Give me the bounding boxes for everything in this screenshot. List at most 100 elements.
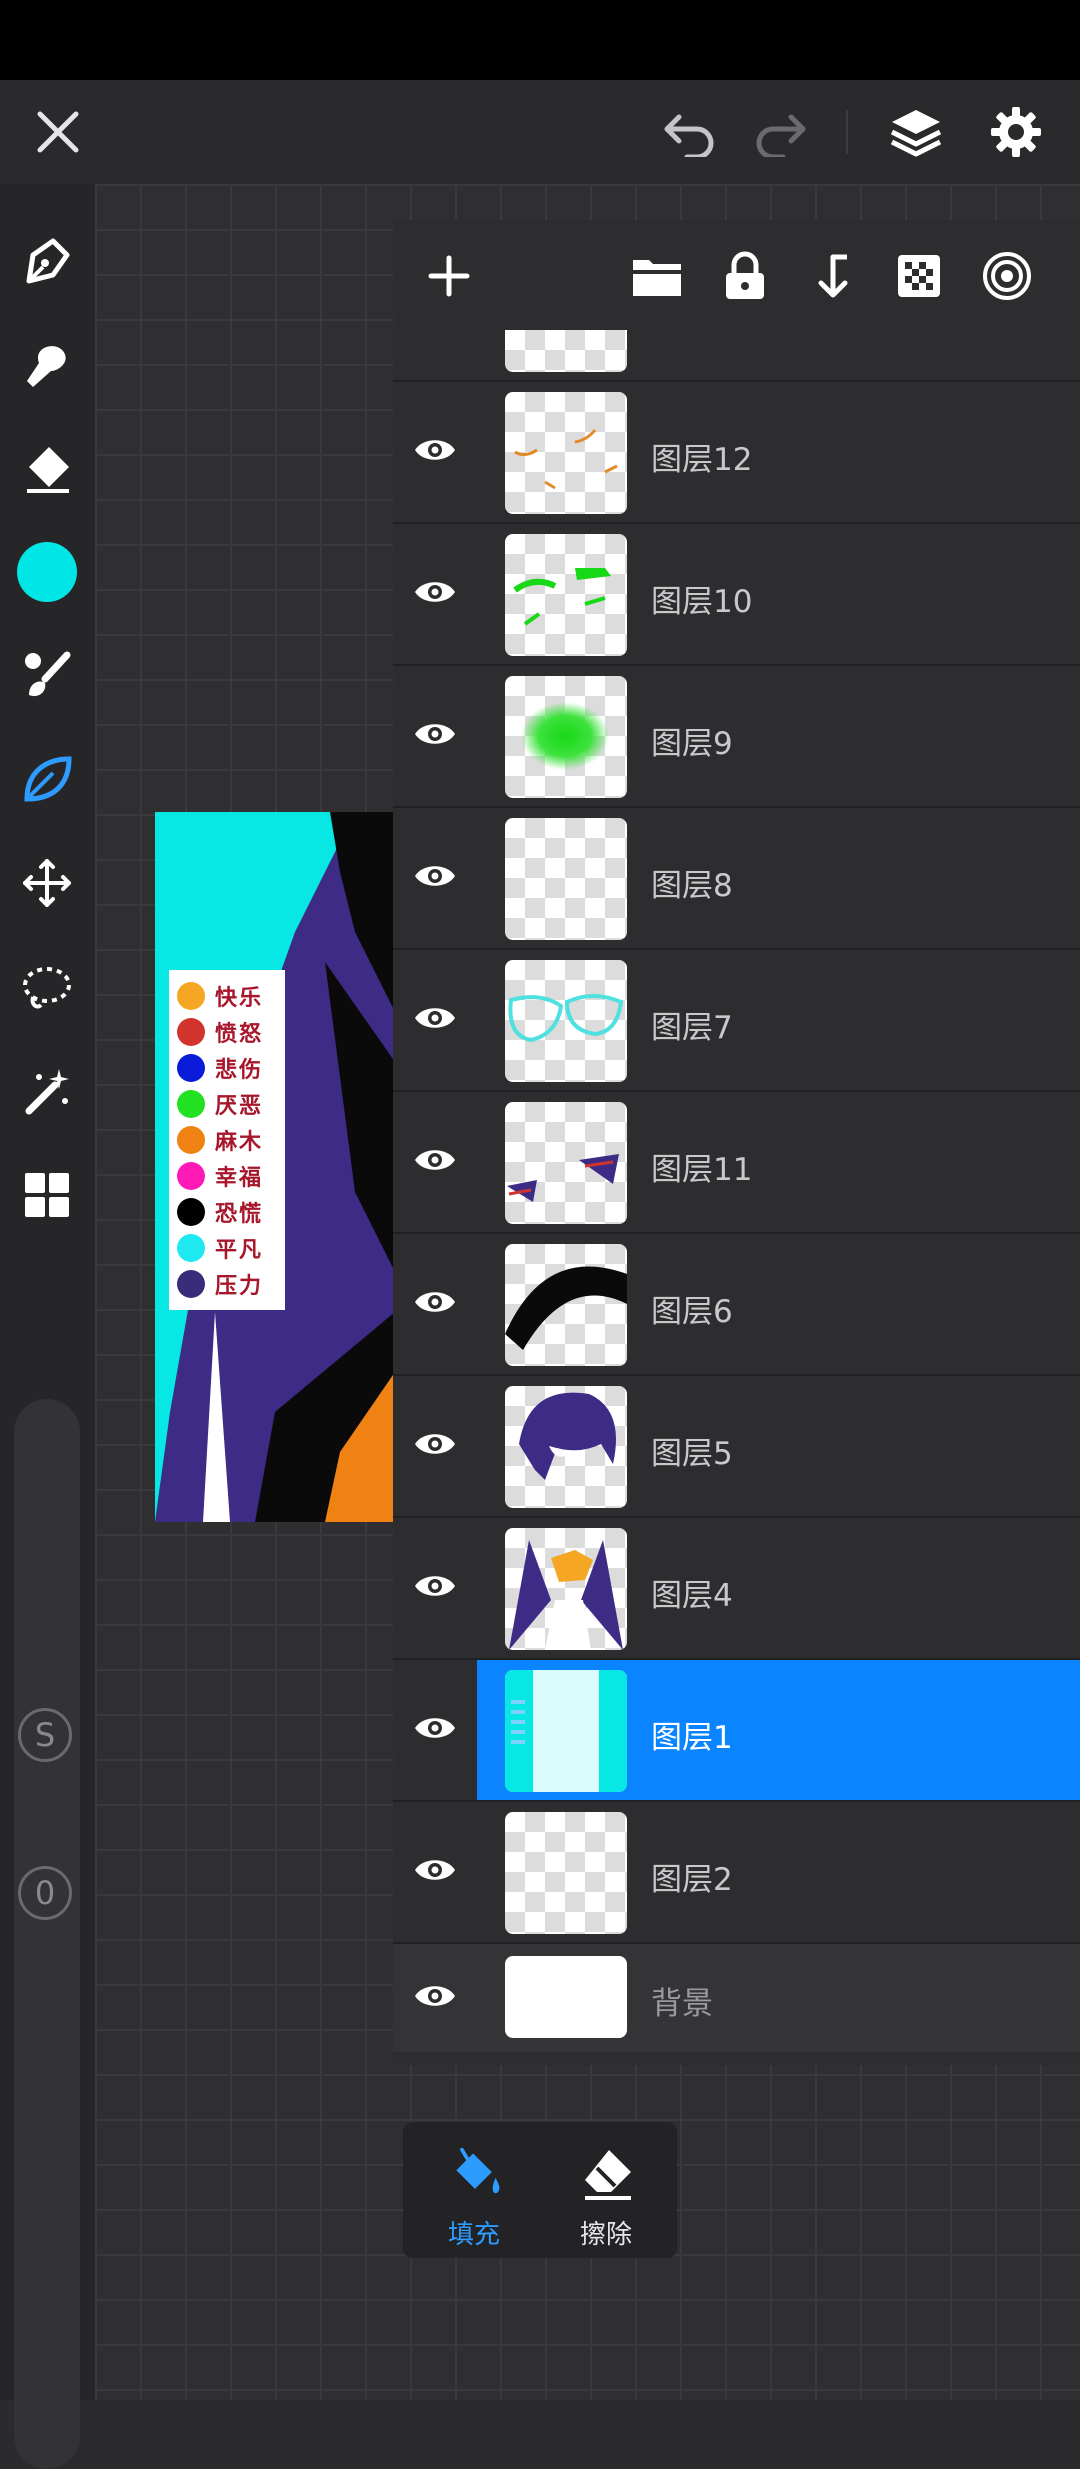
layer-thumbnail: [505, 1956, 627, 2038]
layer-row[interactable]: 背景: [393, 1944, 1080, 2052]
transparency-icon[interactable]: [889, 246, 949, 306]
layer-name: 图层1: [651, 1720, 733, 1756]
add-icon[interactable]: [419, 246, 479, 306]
layer-name: 图层2: [651, 1862, 733, 1898]
artwork-preview: 快乐愤怒悲伤厌恶麻木幸福恐慌平凡压力: [155, 812, 395, 1522]
eye-icon: [413, 1571, 457, 1605]
erase-button[interactable]: 擦除: [541, 2122, 671, 2258]
visibility-toggle[interactable]: [393, 382, 477, 522]
eye-icon: [413, 1429, 457, 1463]
size-label: S: [18, 1708, 72, 1762]
legend-color-dot: [177, 982, 205, 1010]
layer-thumbnail: [505, 818, 627, 940]
legend-item: 平凡: [177, 1232, 281, 1264]
legend-item: 压力: [177, 1268, 281, 1300]
smudge-icon[interactable]: [14, 332, 80, 398]
layer-thumbnail: [505, 1386, 627, 1508]
layer-thumbnail: [505, 392, 627, 514]
lock-icon[interactable]: [715, 246, 775, 306]
legend-item: 恐慌: [177, 1196, 281, 1228]
eye-icon: [413, 1003, 457, 1037]
paint-bucket-icon: [447, 2144, 503, 2204]
layer-name: 图层6: [651, 1294, 733, 1330]
eye-icon: [413, 1981, 457, 2015]
settings-icon[interactable]: [984, 102, 1048, 162]
emotion-legend: 快乐愤怒悲伤厌恶麻木幸福恐慌平凡压力: [169, 970, 285, 1310]
layer-thumbnail: [505, 676, 627, 798]
folder-icon[interactable]: [627, 246, 687, 306]
visibility-toggle[interactable]: [393, 666, 477, 806]
layer-row[interactable]: 图层5: [393, 1376, 1080, 1518]
layer-list[interactable]: 图层12 图层10 图层9 图层8 图层7 图层11 图层6 图层5 图层4 图层1 图层2 背景: [393, 330, 1080, 2065]
layer-name: 图层5: [651, 1436, 733, 1472]
legend-item: 麻木: [177, 1124, 281, 1156]
legend-label: 厌恶: [215, 1094, 264, 1119]
merge-down-icon[interactable]: [801, 246, 861, 306]
color-swatch[interactable]: [17, 542, 77, 602]
layer-name: 图层9: [651, 726, 733, 762]
top-toolbar: [0, 80, 1080, 184]
visibility-toggle[interactable]: [393, 950, 477, 1090]
magic-wand-icon[interactable]: [14, 1058, 80, 1124]
layer-thumbnail: [505, 1528, 627, 1650]
fill-button[interactable]: 填充: [409, 2122, 539, 2258]
visibility-toggle[interactable]: [393, 1234, 477, 1374]
visibility-toggle[interactable]: [393, 524, 477, 664]
visibility-toggle[interactable]: [393, 1092, 477, 1232]
layer-row[interactable]: 图层11: [393, 1092, 1080, 1234]
layer-name: 图层7: [651, 1010, 733, 1046]
layer-row[interactable]: 图层8: [393, 808, 1080, 950]
layer-thumbnail: [505, 1244, 627, 1366]
layer-row[interactable]: 图层4: [393, 1518, 1080, 1660]
legend-color-dot: [177, 1018, 205, 1046]
layer-thumbnail: [505, 1812, 627, 1934]
legend-item: 幸福: [177, 1160, 281, 1192]
layer-row[interactable]: 图层9: [393, 666, 1080, 808]
layer-name: 图层8: [651, 868, 733, 904]
layer-row[interactable]: 图层12: [393, 382, 1080, 524]
erase-label: 擦除: [579, 2220, 632, 2250]
layer-name: 背景: [651, 1986, 713, 2022]
eraser-icon[interactable]: [14, 436, 80, 502]
layer-row-selected[interactable]: 图层1: [393, 1660, 1080, 1802]
layer-thumbnail: [505, 534, 627, 656]
legend-item: 愤怒: [177, 1016, 281, 1048]
pen-icon[interactable]: [14, 228, 80, 294]
legend-item: 悲伤: [177, 1052, 281, 1084]
legend-label: 快乐: [215, 986, 264, 1011]
fill-erase-toolbar: 填充 擦除: [403, 2122, 677, 2258]
legend-item: 厌恶: [177, 1088, 281, 1120]
legend-label: 幸福: [215, 1166, 264, 1191]
redo-icon[interactable]: [748, 102, 814, 162]
legend-label: 麻木: [215, 1130, 264, 1155]
lasso-icon[interactable]: [14, 954, 80, 1020]
visibility-toggle[interactable]: [393, 1518, 477, 1658]
reference-icon[interactable]: [977, 246, 1037, 306]
layer-row-partial[interactable]: [393, 330, 1080, 382]
layers-icon[interactable]: [884, 102, 948, 162]
leaf-icon[interactable]: [14, 746, 80, 812]
eye-icon: [413, 719, 457, 753]
close-icon[interactable]: [28, 102, 88, 162]
layer-thumbnail: [505, 1102, 627, 1224]
visibility-toggle[interactable]: [393, 808, 477, 948]
grid-icon[interactable]: [14, 1162, 80, 1228]
legend-color-dot: [177, 1126, 205, 1154]
layer-row[interactable]: 图层6: [393, 1234, 1080, 1376]
layer-row[interactable]: 图层10: [393, 524, 1080, 666]
legend-label: 悲伤: [215, 1058, 264, 1083]
layers-panel: 图层12 图层10 图层9 图层8 图层7 图层11 图层6 图层5 图层4 图层1 图层2 背景: [393, 220, 1080, 2065]
layer-name: 图层11: [651, 1152, 753, 1188]
layer-row[interactable]: 图层2: [393, 1802, 1080, 1944]
layer-row[interactable]: 图层7: [393, 950, 1080, 1092]
eye-icon: [413, 1855, 457, 1889]
visibility-toggle[interactable]: [393, 1376, 477, 1516]
visibility-toggle[interactable]: [393, 1802, 477, 1942]
visibility-toggle[interactable]: [393, 1660, 477, 1800]
move-icon[interactable]: [14, 850, 80, 916]
visibility-toggle[interactable]: [393, 1944, 477, 2052]
brush-icon[interactable]: [14, 642, 80, 708]
layer-name: 图层10: [651, 584, 753, 620]
undo-icon[interactable]: [656, 102, 722, 162]
legend-label: 平凡: [215, 1238, 264, 1263]
